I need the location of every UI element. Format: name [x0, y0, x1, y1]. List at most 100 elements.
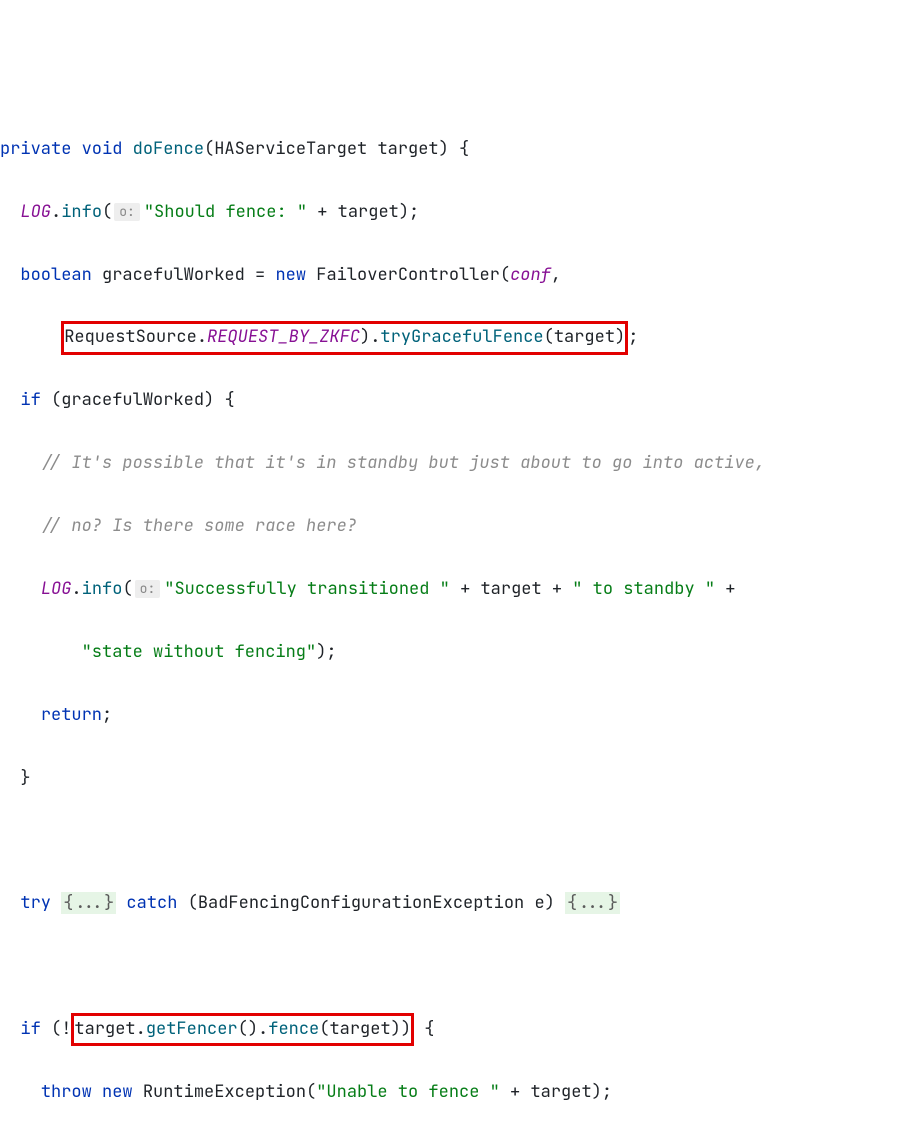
paren: ( — [500, 264, 510, 286]
exception-type: BadFencingConfigurationException — [198, 892, 524, 914]
paren: ). — [360, 326, 380, 348]
code-line[interactable]: boolean gracefulWorked = new FailoverCon… — [0, 260, 915, 291]
method-name: doFence — [133, 138, 204, 160]
keyword-private: private — [0, 138, 71, 160]
method-tryGracefulFence: tryGracefulFence — [380, 326, 543, 348]
paren: ( — [204, 138, 214, 160]
op-plus: + — [460, 578, 470, 600]
paren: ); — [316, 641, 336, 663]
string-literal: "state without fencing" — [82, 641, 317, 663]
inlay-hint[interactable]: o: — [135, 580, 161, 598]
semicolon: ; — [102, 704, 112, 726]
identifier: target — [338, 201, 399, 223]
brace: { — [424, 1018, 434, 1040]
method-info: info — [82, 578, 123, 600]
string-literal: " to standby " — [572, 578, 715, 600]
keyword-if: if — [20, 1018, 40, 1040]
code-line[interactable]: return; — [0, 700, 915, 731]
code-line[interactable]: private void doFence(HAServiceTarget tar… — [0, 134, 915, 165]
string-literal: "Unable to fence " — [316, 1081, 500, 1103]
method-info: info — [61, 201, 102, 223]
op-plus: + — [552, 578, 562, 600]
field-log: LOG — [20, 201, 51, 223]
semicolon: ; — [628, 326, 638, 348]
blank-line[interactable] — [0, 951, 915, 982]
inlay-hint[interactable]: o: — [114, 203, 140, 221]
paren: ( — [51, 1018, 61, 1040]
comma: , — [551, 264, 561, 286]
blank-line[interactable] — [0, 825, 915, 856]
identifier: e — [534, 892, 544, 914]
keyword-try: try — [20, 892, 51, 914]
paren: ( — [319, 1018, 329, 1040]
code-line[interactable]: // no? Is there some race here? — [0, 511, 915, 542]
method-fence: fence — [268, 1018, 319, 1040]
paren: (). — [238, 1018, 269, 1040]
string-literal: "Should fence: " — [144, 201, 307, 223]
paren: ) — [615, 326, 625, 348]
comment: // no? Is there some race here? — [41, 515, 357, 537]
keyword-if: if — [20, 389, 40, 411]
keyword-void: void — [82, 138, 123, 160]
paren: ( — [51, 389, 61, 411]
paren: ( — [306, 1081, 316, 1103]
dot: . — [71, 578, 81, 600]
identifier: target — [74, 1018, 135, 1040]
op-plus: + — [510, 1081, 520, 1103]
code-line[interactable]: } — [0, 763, 915, 794]
fold-region[interactable]: {...} — [565, 892, 620, 914]
comment: // It's possible that it's in standby bu… — [41, 452, 765, 474]
class-name: RequestSource — [64, 326, 197, 348]
keyword-new: new — [102, 1081, 133, 1103]
dot: . — [51, 201, 61, 223]
class-name: FailoverController — [316, 264, 500, 286]
paren: ) — [545, 892, 555, 914]
param-name: target — [377, 138, 438, 160]
keyword-catch: catch — [126, 892, 177, 914]
keyword-new: new — [275, 264, 306, 286]
field-conf: conf — [510, 264, 551, 286]
code-line[interactable]: if (gracefulWorked) { — [0, 385, 915, 416]
paren: ( — [122, 578, 132, 600]
identifier: target — [530, 1081, 591, 1103]
constant: REQUEST_BY_ZKFC — [207, 326, 360, 348]
op-eq: = — [255, 264, 265, 286]
code-line[interactable]: "state without fencing"); — [0, 637, 915, 668]
string-literal: "Successfully transitioned " — [164, 578, 450, 600]
identifier: gracefulWorked — [61, 389, 204, 411]
code-line[interactable]: RequestSource.REQUEST_BY_ZKFC).tryGracef… — [0, 322, 915, 353]
code-line[interactable]: LOG.info(o:"Successfully transitioned " … — [0, 574, 915, 605]
type-name: HAServiceTarget — [214, 138, 367, 160]
highlight-box-1: RequestSource.REQUEST_BY_ZKFC).tryGracef… — [61, 321, 628, 354]
brace: { — [224, 389, 234, 411]
paren: ) — [439, 138, 449, 160]
code-line[interactable]: if (!target.getFencer().fence(target)) { — [0, 1014, 915, 1045]
paren: ( — [188, 892, 198, 914]
field-log: LOG — [41, 578, 72, 600]
op-plus: + — [317, 201, 327, 223]
highlight-box-2: target.getFencer().fence(target)) — [71, 1013, 414, 1046]
var-name: gracefulWorked — [102, 264, 245, 286]
method-getFencer: getFencer — [146, 1018, 238, 1040]
paren: )) — [391, 1018, 411, 1040]
paren: ) — [204, 389, 214, 411]
identifier: target — [554, 326, 615, 348]
code-line[interactable]: // It's possible that it's in standby bu… — [0, 448, 915, 479]
class-name: RuntimeException — [143, 1081, 306, 1103]
keyword-boolean: boolean — [20, 264, 91, 286]
brace: } — [20, 767, 30, 789]
paren: ); — [399, 201, 419, 223]
identifier: target — [480, 578, 541, 600]
paren: ( — [544, 326, 554, 348]
dot: . — [136, 1018, 146, 1040]
fold-region[interactable]: {...} — [61, 892, 116, 914]
op-not: ! — [61, 1018, 71, 1040]
paren: ( — [102, 201, 112, 223]
keyword-return: return — [41, 704, 102, 726]
code-line[interactable]: try {...} catch (BadFencingConfiguration… — [0, 888, 915, 919]
keyword-throw: throw — [41, 1081, 92, 1103]
code-line[interactable]: throw new RuntimeException("Unable to fe… — [0, 1077, 915, 1108]
code-line[interactable]: LOG.info(o:"Should fence: " + target); — [0, 197, 915, 228]
op-plus: + — [725, 578, 735, 600]
dot: . — [197, 326, 207, 348]
